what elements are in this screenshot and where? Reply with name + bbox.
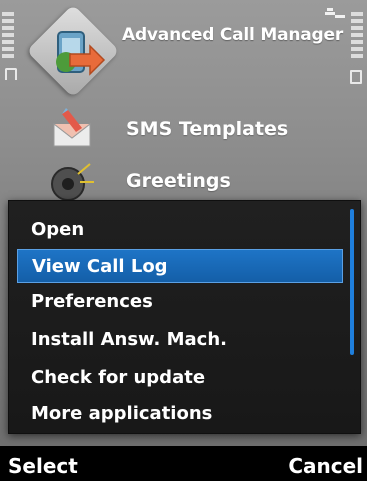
list-item-sms-templates[interactable]: SMS Templates (42, 108, 342, 154)
battery-level-indicator (350, 12, 365, 84)
softkey-bar: Select Cancel (0, 446, 367, 481)
menu-item-open[interactable]: Open (17, 213, 343, 247)
antenna-icon (5, 68, 17, 80)
call-manager-logo-icon (22, 4, 122, 102)
battery-icon (350, 70, 362, 84)
battery-bars-icon (351, 12, 365, 58)
menu-item-more-applications[interactable]: More applications (17, 397, 343, 431)
app-title: Advanced Call Manager (122, 25, 344, 45)
options-menu: Open View Call Log Preferences Install A… (8, 200, 361, 434)
cancel-softkey[interactable]: Cancel (288, 454, 363, 478)
signal-strength-indicator (2, 12, 17, 80)
sms-envelope-icon (53, 108, 91, 147)
phone-screen: Advanced Call Manager SMS Templates Gree… (0, 0, 367, 481)
list-item-label: Greetings (126, 170, 231, 192)
list-item-label: SMS Templates (126, 118, 289, 140)
3g-network-icon (323, 8, 345, 20)
menu-item-preferences[interactable]: Preferences (17, 285, 343, 319)
menu-scrollbar[interactable] (350, 209, 354, 355)
menu-item-view-call-log[interactable]: View Call Log (17, 249, 343, 283)
signal-bars-icon (2, 12, 16, 58)
greetings-speaker-icon (51, 163, 94, 201)
menu-item-check-for-update[interactable]: Check for update (17, 361, 343, 395)
menu-item-install-answering-machine[interactable]: Install Answ. Mach. (17, 323, 343, 357)
select-softkey[interactable]: Select (8, 454, 78, 478)
